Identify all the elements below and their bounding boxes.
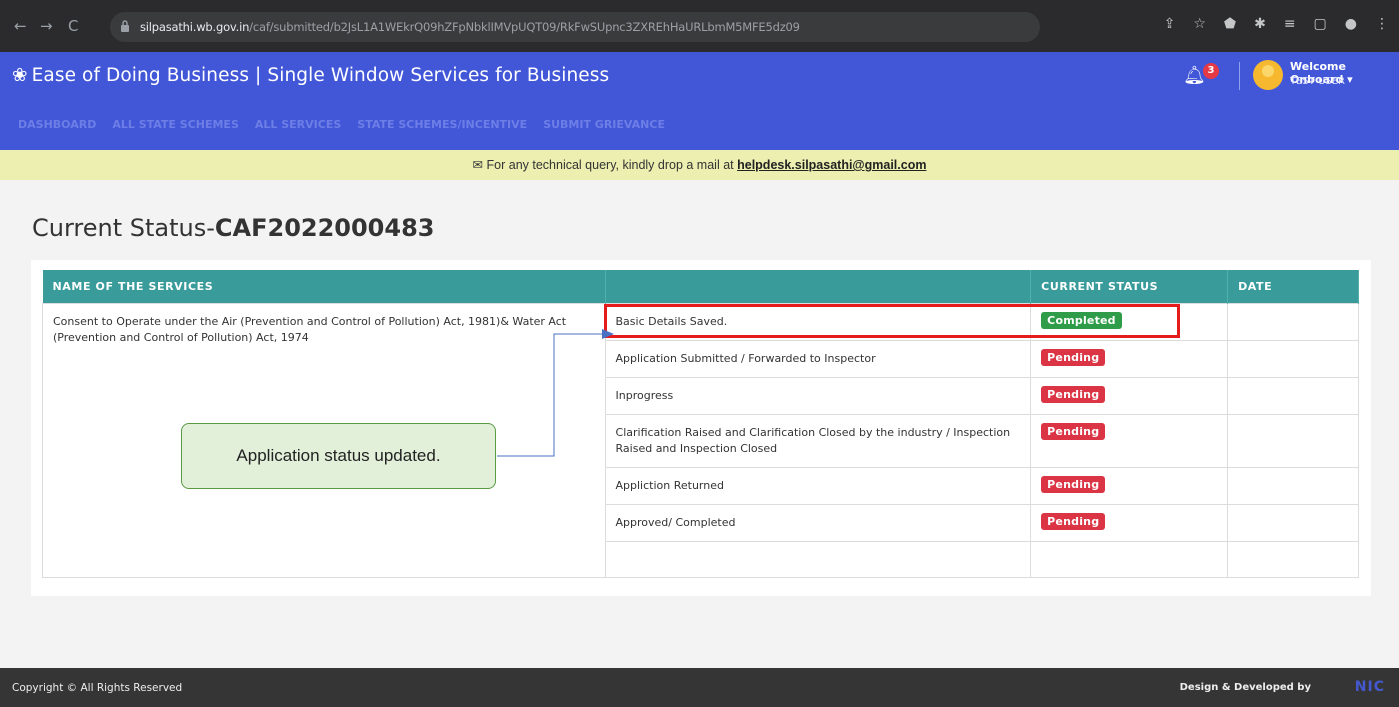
copyright-text: Copyright © All Rights Reserved [12, 682, 183, 694]
developed-by-text: Design & Developed by [1179, 682, 1311, 693]
nic-logo: NIC [1354, 679, 1385, 695]
footer: Copyright © All Rights Reserved Design &… [0, 668, 1399, 707]
callout-box: Application status updated. [181, 423, 496, 489]
arrow-connector [497, 329, 614, 457]
